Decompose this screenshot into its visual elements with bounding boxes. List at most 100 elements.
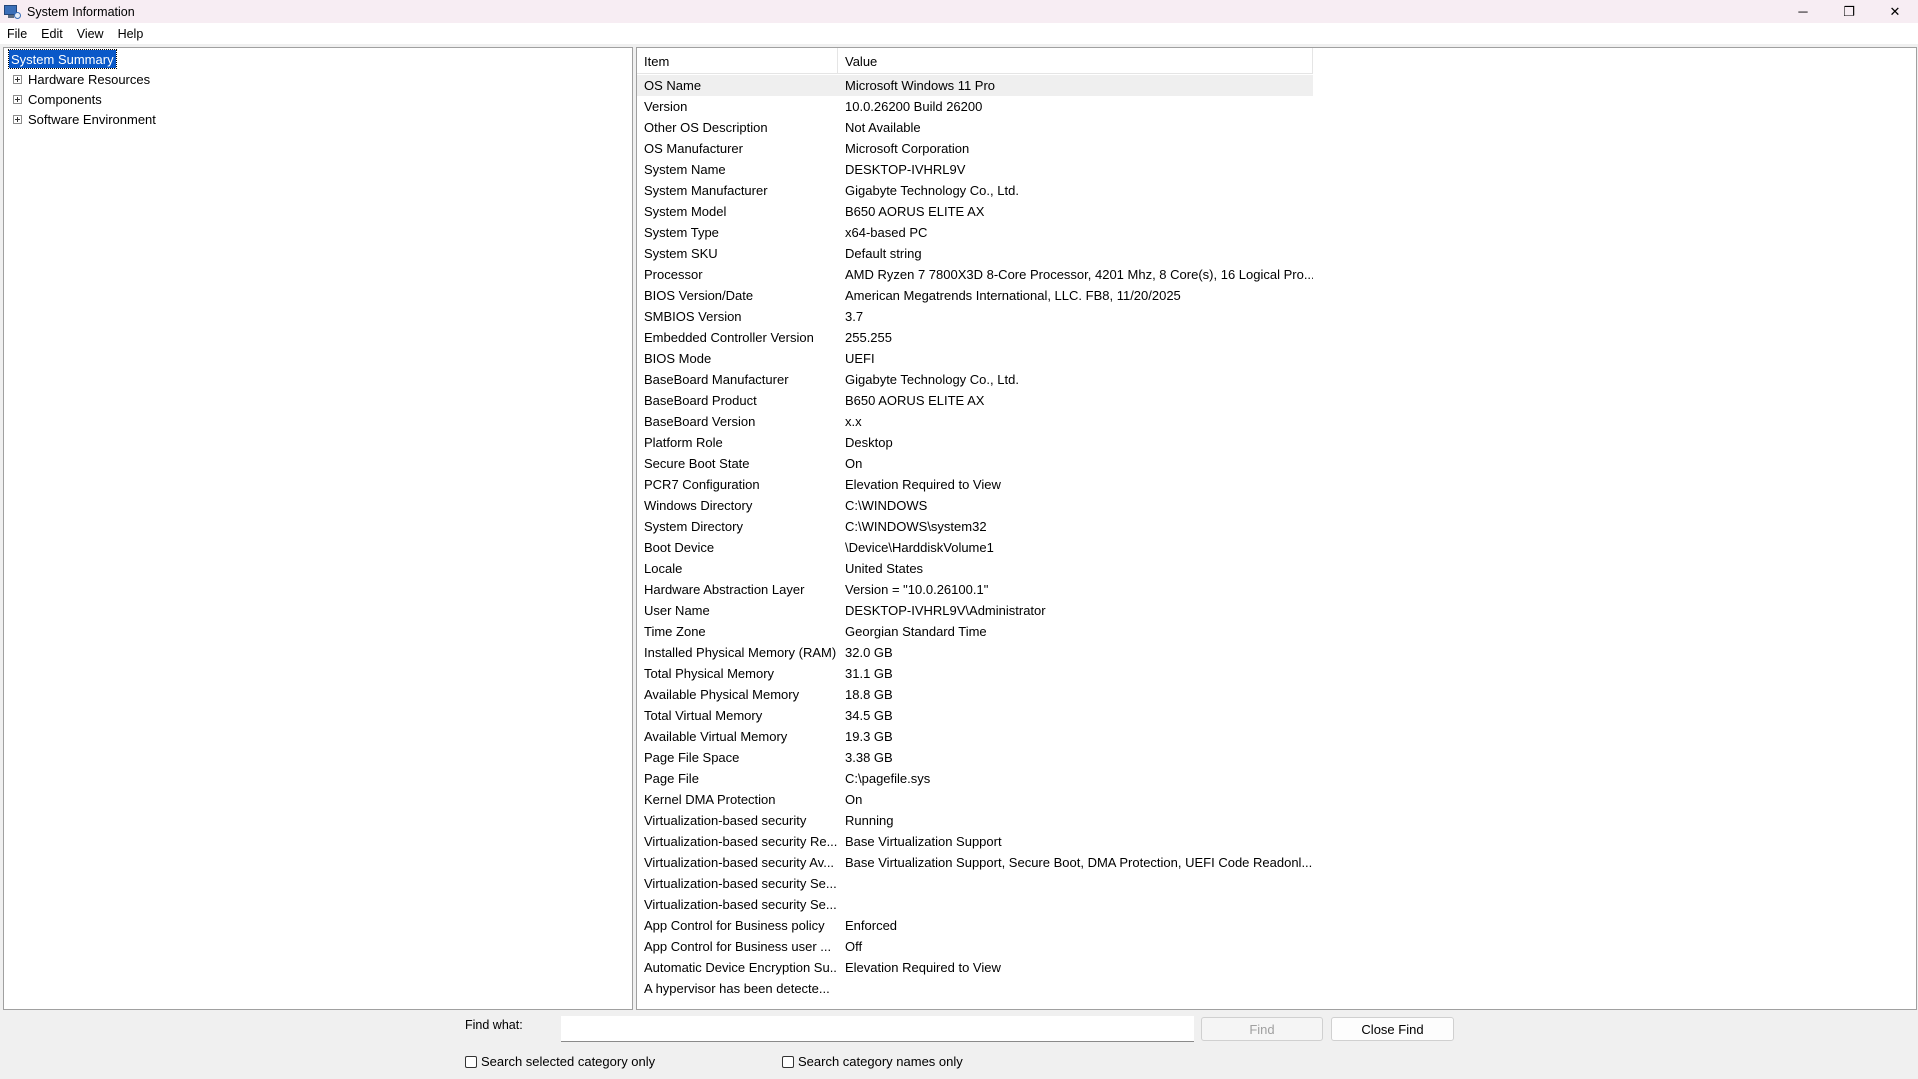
table-row[interactable]: Other OS Description Not Available — [637, 117, 1313, 138]
close-window-button[interactable]: ✕ — [1872, 0, 1918, 23]
menu-file[interactable]: File — [7, 27, 27, 41]
row-value-cell: 19.3 GB — [845, 729, 893, 744]
table-row[interactable]: System SKU Default string — [637, 243, 1313, 264]
table-row[interactable]: Installed Physical Memory (RAM) 32.0 GB — [637, 642, 1313, 663]
tree-item-system-summary[interactable]: System Summary — [8, 49, 117, 69]
search-selected-category-option[interactable]: Search selected category only — [465, 1054, 655, 1069]
row-item-cell: Version — [644, 99, 688, 114]
table-row[interactable]: BaseBoard Manufacturer Gigabyte Technolog… — [637, 369, 1313, 390]
row-item-cell: A hypervisor has been detecte... — [644, 981, 830, 996]
menu-help[interactable]: Help — [118, 27, 144, 41]
table-row[interactable]: SMBIOS Version 3.7 — [637, 306, 1313, 327]
find-button[interactable]: Find — [1201, 1017, 1323, 1041]
row-value-cell: Running — [845, 813, 894, 828]
row-item-cell: Hardware Abstraction Layer — [644, 582, 805, 597]
row-item-cell: Processor — [644, 267, 703, 282]
search-selected-category-checkbox[interactable] — [465, 1055, 477, 1068]
table-row[interactable]: OS Manufacturer Microsoft Corporation — [637, 138, 1313, 159]
find-what-input[interactable] — [561, 1016, 1194, 1042]
row-value-cell: Not Available — [845, 120, 921, 135]
expand-plus-icon[interactable] — [13, 74, 22, 84]
table-row[interactable]: Virtualization-based security Running — [637, 810, 1313, 831]
row-item-cell: Virtualization-based security Se... — [644, 897, 837, 912]
table-row[interactable]: Page File Space 3.38 GB — [637, 747, 1313, 768]
search-category-names-label: Search category names only — [798, 1054, 963, 1069]
row-value-cell: American Megatrends International, LLC. … — [845, 288, 1181, 303]
row-value-cell: 34.5 GB — [845, 708, 893, 723]
table-row[interactable]: Platform Role Desktop — [637, 432, 1313, 453]
table-row[interactable]: System Manufacturer Gigabyte Technology C… — [637, 180, 1313, 201]
row-value-cell: 10.0.26200 Build 26200 — [845, 99, 983, 114]
table-row[interactable]: Version 10.0.26200 Build 26200 — [637, 96, 1313, 117]
table-row[interactable]: Virtualization-based security Se... — [637, 894, 1313, 915]
restore-button[interactable]: ❐ — [1826, 0, 1872, 23]
minimize-button[interactable]: ─ — [1780, 0, 1826, 23]
column-header-item[interactable]: Item — [637, 48, 838, 74]
list-header: Item Value — [637, 48, 1313, 74]
table-row[interactable]: Total Virtual Memory 34.5 GB — [637, 705, 1313, 726]
row-item-cell: System SKU — [644, 246, 718, 261]
table-row[interactable]: System Type x64-based PC — [637, 222, 1313, 243]
table-row[interactable]: Time Zone Georgian Standard Time — [637, 621, 1313, 642]
row-item-cell: Virtualization-based security Se... — [644, 876, 837, 891]
table-row[interactable]: Windows Directory C:\WINDOWS — [637, 495, 1313, 516]
table-row[interactable]: App Control for Business user ... Off — [637, 936, 1313, 957]
table-row[interactable]: Virtualization-based security Av... Base … — [637, 852, 1313, 873]
table-row[interactable]: Available Virtual Memory 19.3 GB — [637, 726, 1313, 747]
table-row[interactable]: OS Name Microsoft Windows 11 Pro — [637, 75, 1313, 96]
row-value-cell: 3.38 GB — [845, 750, 893, 765]
table-row[interactable]: System Model B650 AORUS ELITE AX — [637, 201, 1313, 222]
table-row[interactable]: Virtualization-based security Re... Base … — [637, 831, 1313, 852]
column-header-value[interactable]: Value — [838, 48, 1313, 74]
category-tree[interactable]: System Summary Hardware Resources Compon… — [3, 47, 633, 1010]
row-item-cell: Total Virtual Memory — [644, 708, 763, 723]
table-row[interactable]: User Name DESKTOP-IVHRL9V\Administrator — [637, 600, 1313, 621]
table-row[interactable]: App Control for Business policy Enforced — [637, 915, 1313, 936]
table-row[interactable]: Secure Boot State On — [637, 453, 1313, 474]
row-value-cell: 32.0 GB — [845, 645, 893, 660]
menu-view[interactable]: View — [77, 27, 104, 41]
row-value-cell: \Device\HarddiskVolume1 — [845, 540, 994, 555]
expand-plus-icon[interactable] — [13, 114, 22, 124]
expand-plus-icon[interactable] — [13, 94, 22, 104]
table-row[interactable]: A hypervisor has been detecte... — [637, 978, 1313, 999]
row-item-cell: App Control for Business policy — [644, 918, 825, 933]
search-category-names-checkbox[interactable] — [782, 1055, 794, 1068]
tree-item-hardware-resources[interactable]: Hardware Resources — [4, 70, 150, 88]
row-item-cell: Virtualization-based security Re... — [644, 834, 838, 849]
table-row[interactable]: Virtualization-based security Se... — [637, 873, 1313, 894]
menu-edit[interactable]: Edit — [41, 27, 63, 41]
table-row[interactable]: Processor AMD Ryzen 7 7800X3D 8-Core Proc… — [637, 264, 1313, 285]
row-item-cell: Kernel DMA Protection — [644, 792, 776, 807]
table-row[interactable]: Automatic Device Encryption Su... Elevati… — [637, 957, 1313, 978]
search-category-names-option[interactable]: Search category names only — [782, 1054, 963, 1069]
row-item-cell: BaseBoard Manufacturer — [644, 372, 789, 387]
table-row[interactable]: Available Physical Memory 18.8 GB — [637, 684, 1313, 705]
row-value-cell: On — [845, 456, 863, 471]
table-row[interactable]: Embedded Controller Version 255.255 — [637, 327, 1313, 348]
tree-item-software-environment[interactable]: Software Environment — [4, 110, 156, 128]
table-row[interactable]: BaseBoard Product B650 AORUS ELITE AX — [637, 390, 1313, 411]
table-row[interactable]: BaseBoard Version x.x — [637, 411, 1313, 432]
row-item-cell: System Name — [644, 162, 726, 177]
table-row[interactable]: System Directory C:\WINDOWS\system32 — [637, 516, 1313, 537]
table-row[interactable]: Total Physical Memory 31.1 GB — [637, 663, 1313, 684]
row-value-cell: Base Virtualization Support, Secure Boot… — [845, 855, 1313, 870]
row-item-cell: Automatic Device Encryption Su... — [644, 960, 838, 975]
row-item-cell: BaseBoard Product — [644, 393, 757, 408]
tree-item-components[interactable]: Components — [4, 90, 102, 108]
table-row[interactable]: Hardware Abstraction Layer Version = "10.… — [637, 579, 1313, 600]
table-row[interactable]: BIOS Version/Date American Megatrends Int… — [637, 285, 1313, 306]
table-row[interactable]: System Name DESKTOP-IVHRL9V — [637, 159, 1313, 180]
details-list[interactable]: Item Value OS Name Microsoft Windows 11 P… — [636, 47, 1917, 1010]
table-row[interactable]: BIOS Mode UEFI — [637, 348, 1313, 369]
table-row[interactable]: Locale United States — [637, 558, 1313, 579]
table-row[interactable]: Page File C:\pagefile.sys — [637, 768, 1313, 789]
table-row[interactable]: Kernel DMA Protection On — [637, 789, 1313, 810]
close-find-button[interactable]: Close Find — [1331, 1017, 1454, 1041]
window-title: System Information — [27, 4, 135, 19]
row-value-cell: 255.255 — [845, 330, 892, 345]
table-row[interactable]: Boot Device \Device\HarddiskVolume1 — [637, 537, 1313, 558]
table-row[interactable]: PCR7 Configuration Elevation Required to … — [637, 474, 1313, 495]
row-value-cell: C:\WINDOWS\system32 — [845, 519, 987, 534]
